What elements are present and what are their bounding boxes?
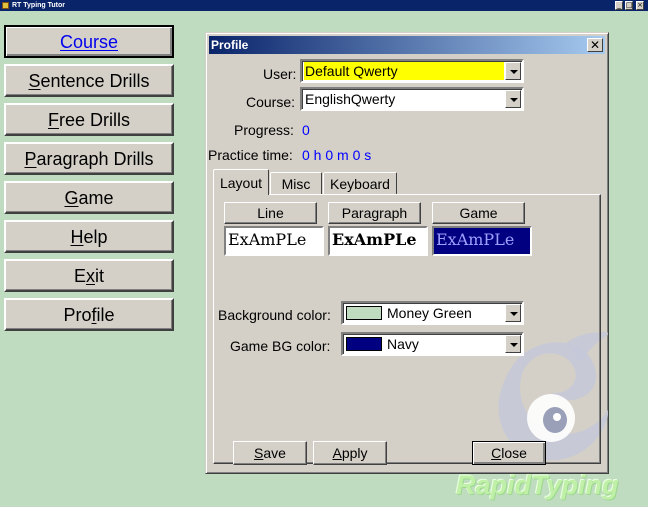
dialog-titlebar: Profile ✕ xyxy=(209,36,605,54)
minimize-button[interactable]: _ xyxy=(615,1,623,10)
game-column-button[interactable]: Game xyxy=(432,202,525,224)
app-icon xyxy=(2,2,9,9)
paragraph-example: ExAmPLe xyxy=(328,226,428,256)
chevron-down-icon[interactable] xyxy=(505,90,521,108)
user-value: Default Qwerty xyxy=(304,62,504,80)
user-combobox[interactable]: Default Qwerty xyxy=(300,59,524,83)
menu-course-button[interactable]: Course xyxy=(4,25,174,58)
game-bg-color-combobox[interactable]: Navy xyxy=(341,332,524,356)
menu-label-mnemonic: P xyxy=(24,148,37,169)
game-bg-color-value: Navy xyxy=(387,336,419,352)
background-color-value: Money Green xyxy=(387,305,472,321)
close-button[interactable]: Close xyxy=(472,441,546,465)
background-color-label: Background color: xyxy=(218,307,331,323)
tab-layout[interactable]: Layout xyxy=(213,169,269,195)
menu-label-mnemonic: S xyxy=(28,70,41,91)
menu-label-post: ree Drills xyxy=(58,109,130,130)
practice-time-value: 0 h 0 m 0 s xyxy=(302,147,372,163)
rapidtyping-watermark: RapidTyping xyxy=(456,470,619,500)
practice-time-label: Practice time: xyxy=(208,147,293,163)
game-bg-color-swatch xyxy=(346,337,382,351)
line-example: ExAmPLe xyxy=(224,226,324,256)
menu-label-mnemonic: F xyxy=(47,109,59,130)
profile-dialog: Profile ✕ User: Default Qwerty Course: E… xyxy=(205,32,609,474)
background-color-swatch xyxy=(346,306,382,320)
menu-label-mnemonic: H xyxy=(70,226,84,247)
course-value: EnglishQwerty xyxy=(305,91,396,107)
app-title: RT Typing Tutor xyxy=(12,2,66,9)
course-combobox[interactable]: EnglishQwerty xyxy=(300,87,524,111)
window-close-button[interactable]: × xyxy=(636,1,644,10)
menu-exit-button[interactable]: Exit xyxy=(4,259,174,292)
game-bg-color-label: Game BG color: xyxy=(230,338,331,354)
menu-help-button[interactable]: Help xyxy=(4,220,174,253)
apply-button[interactable]: Apply xyxy=(313,441,387,465)
progress-label: Progress: xyxy=(234,122,294,138)
app-titlebar: RT Typing Tutor _ □ × xyxy=(0,0,648,11)
dialog-close-icon[interactable]: ✕ xyxy=(587,38,603,52)
menu-label-post: ame xyxy=(78,187,114,208)
progress-value: 0 xyxy=(302,122,310,138)
user-label: User: xyxy=(263,66,297,82)
game-example: ExAmPLe xyxy=(432,226,532,256)
line-column-button[interactable]: Line xyxy=(224,202,317,224)
menu-label-pre: Pro xyxy=(63,304,92,325)
menu-label-post: ourse xyxy=(72,31,119,52)
menu-label-post: it xyxy=(95,265,104,286)
menu-label-post: elp xyxy=(83,226,108,247)
close-button-label: lose xyxy=(501,445,527,461)
chevron-down-icon[interactable] xyxy=(505,304,521,322)
menu-label-mnemonic: C xyxy=(59,31,73,52)
menu-game-button[interactable]: Game xyxy=(4,181,174,214)
menu-profile-button[interactable]: Profile xyxy=(4,298,174,331)
tab-keyboard[interactable]: Keyboard xyxy=(323,172,397,195)
menu-free-drills-button[interactable]: Free Drills xyxy=(4,103,174,136)
menu-label-post: ile xyxy=(96,304,115,325)
menu-label-mnemonic: x xyxy=(86,265,95,286)
dialog-title: Profile xyxy=(211,38,249,52)
chevron-down-icon[interactable] xyxy=(505,62,521,80)
save-button[interactable]: Save xyxy=(233,441,307,465)
apply-button-mnemonic: A xyxy=(332,445,342,461)
maximize-button[interactable]: □ xyxy=(625,1,633,10)
menu-label-post: aragraph Drills xyxy=(36,148,154,169)
chevron-down-icon[interactable] xyxy=(505,335,521,353)
close-button-mnemonic: C xyxy=(491,445,502,461)
menu-label-pre: E xyxy=(73,265,86,286)
paragraph-column-button[interactable]: Paragraph xyxy=(328,202,421,224)
tab-misc[interactable]: Misc xyxy=(270,172,322,195)
menu-paragraph-drills-button[interactable]: Paragraph Drills xyxy=(4,142,174,175)
save-button-label: ave xyxy=(263,445,286,461)
menu-label-mnemonic: G xyxy=(64,187,79,208)
menu-sentence-drills-button[interactable]: Sentence Drills xyxy=(4,64,174,97)
save-button-mnemonic: S xyxy=(254,445,264,461)
menu-label-post: entence Drills xyxy=(40,70,150,91)
course-label: Course: xyxy=(246,94,296,110)
background-color-combobox[interactable]: Money Green xyxy=(341,301,524,325)
apply-button-label: pply xyxy=(341,445,368,461)
